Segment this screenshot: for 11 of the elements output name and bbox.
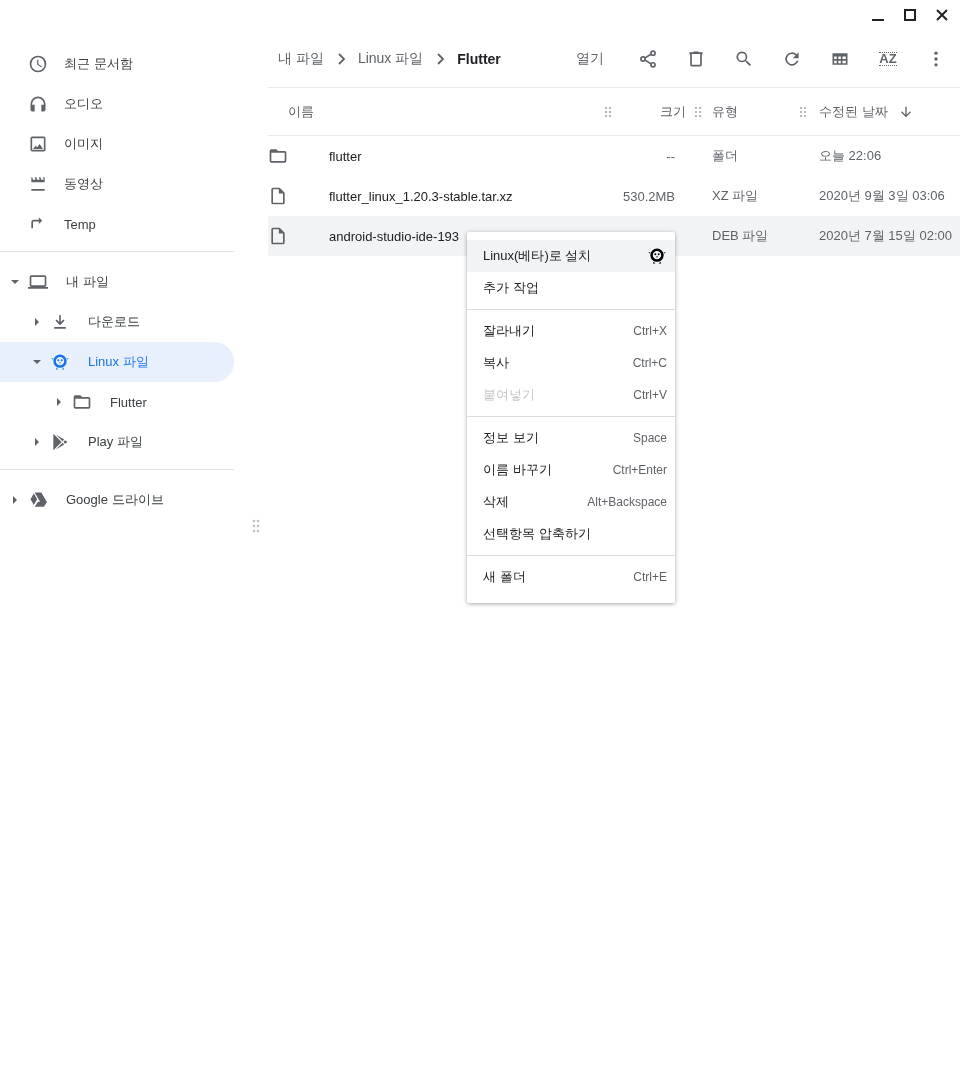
file-type: 폴더 (712, 147, 738, 165)
file-size: -- (666, 148, 675, 164)
file-name: flutter (329, 148, 362, 164)
file-type: DEB 파일 (712, 227, 769, 245)
modified-date: 오늘 22:06 (819, 147, 882, 165)
file-size: 530.2MB (622, 188, 675, 204)
modified-date: 2020년 7월 15일 02:00 (819, 227, 952, 245)
file-type: XZ 파일 (712, 187, 759, 205)
modified-date: 2020년 9월 3일 03:06 (819, 187, 945, 205)
file-name: flutter_linux_1.20.3-stable.tar.xz (329, 188, 513, 204)
file-name: android-studio-ide-193 (329, 228, 460, 244)
